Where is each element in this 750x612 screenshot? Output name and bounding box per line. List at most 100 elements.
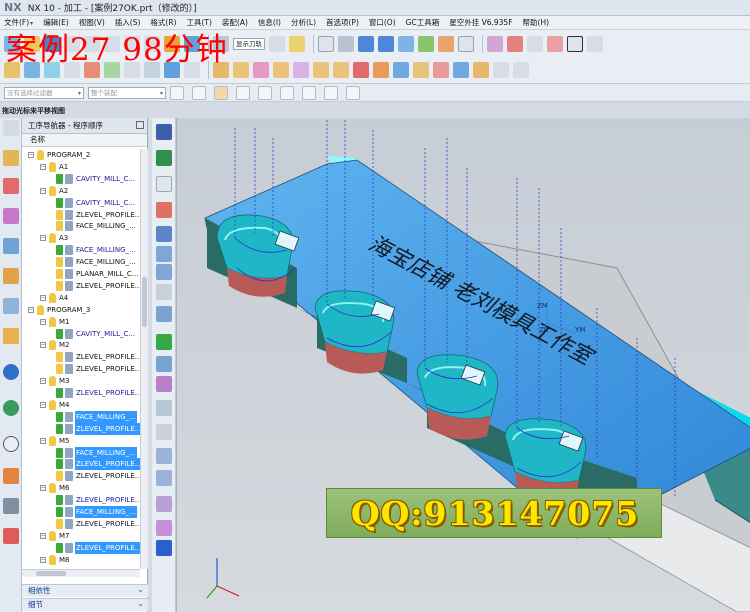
group-row[interactable]: − M6 xyxy=(22,482,140,494)
zoom-icon[interactable] xyxy=(318,36,334,52)
scroll-thumb[interactable] xyxy=(36,571,66,576)
shaded-icon[interactable] xyxy=(398,36,414,52)
view-cube-icon[interactable] xyxy=(358,36,374,52)
menu-item[interactable]: 首选项(P) xyxy=(321,17,364,28)
group-row[interactable]: − M2 xyxy=(22,339,140,351)
select-all-icon[interactable] xyxy=(170,85,184,100)
contour-icon[interactable] xyxy=(156,246,172,262)
rotate-icon[interactable] xyxy=(338,36,354,52)
sort-icon[interactable] xyxy=(156,376,172,392)
zlevel-icon[interactable] xyxy=(156,226,172,242)
operation-row[interactable]: ZLEVEL_PROFILE... xyxy=(22,458,140,471)
group-row[interactable]: − A4 xyxy=(22,292,140,304)
group-row[interactable]: − M4 xyxy=(22,399,140,411)
feature-icon-13[interactable] xyxy=(453,62,469,78)
transform-icon[interactable] xyxy=(156,520,172,536)
cavity-icon[interactable] xyxy=(156,202,172,218)
menu-item[interactable]: 装配(A) xyxy=(217,17,253,28)
expand-toggle-icon[interactable]: − xyxy=(40,532,46,539)
web-browser-icon[interactable] xyxy=(3,364,19,380)
flowcut-icon[interactable] xyxy=(156,264,172,280)
expand-toggle-icon[interactable]: − xyxy=(40,294,46,301)
menu-item[interactable]: 分析(L) xyxy=(286,17,321,28)
menu-item[interactable]: 文件(F) xyxy=(0,17,38,28)
operation-row[interactable]: ZLEVEL_PROFILE... xyxy=(22,518,140,530)
operation-row[interactable]: FACE_MILLING_... xyxy=(22,446,140,459)
operation-row[interactable]: ZLEVEL_PROFILE... xyxy=(22,363,140,375)
expand-toggle-icon[interactable]: − xyxy=(40,318,46,325)
control-point-icon[interactable] xyxy=(258,85,272,100)
operation-row[interactable]: FACE_MILLING_... xyxy=(22,244,140,256)
sequence-icon[interactable] xyxy=(156,400,172,416)
move-icon[interactable] xyxy=(156,424,172,440)
operation-row[interactable]: FACE_MILLING_... xyxy=(22,506,140,518)
copy-op-icon[interactable] xyxy=(156,448,172,464)
expand-toggle-icon[interactable]: − xyxy=(40,378,46,385)
machine-tool-navigator-icon[interactable] xyxy=(3,178,19,194)
snap-point-icon[interactable] xyxy=(192,85,206,100)
feature-icon-6[interactable] xyxy=(313,62,329,78)
feature-icon-3[interactable] xyxy=(253,62,269,78)
operation-row[interactable]: ZLEVEL_PROFILE... xyxy=(22,494,140,506)
group-row[interactable]: − A2 xyxy=(22,185,140,197)
quadrant-icon[interactable] xyxy=(324,85,338,100)
clock-icon[interactable] xyxy=(3,436,19,452)
sphere-icon[interactable] xyxy=(418,36,434,52)
section-icon[interactable] xyxy=(438,36,454,52)
part-navigator-icon[interactable] xyxy=(3,208,19,224)
replay-icon[interactable] xyxy=(269,36,285,52)
verify-check-icon[interactable] xyxy=(156,334,172,350)
operation-row[interactable]: ZLEVEL_PROFILE... xyxy=(22,470,140,482)
grid-icon[interactable] xyxy=(156,470,172,486)
palette-icon[interactable] xyxy=(3,400,19,416)
axis-icon[interactable] xyxy=(156,284,172,300)
program-row[interactable]: − PROGRAM_3 xyxy=(22,304,140,316)
end-point-icon[interactable] xyxy=(214,85,228,100)
operation-row[interactable]: FACE_MILLING_... xyxy=(22,220,140,232)
feature-icon-4[interactable] xyxy=(273,62,289,78)
drill-icon[interactable] xyxy=(156,150,172,166)
expand-toggle-icon[interactable]: − xyxy=(40,437,46,444)
reuse-library-icon[interactable] xyxy=(3,268,19,284)
group-row[interactable]: − M3 xyxy=(22,375,140,387)
feature-icon-16[interactable] xyxy=(513,62,529,78)
menu-item[interactable]: 信息(I) xyxy=(253,17,286,28)
group-row[interactable]: − M5 xyxy=(22,435,140,447)
gear-icon[interactable] xyxy=(3,120,19,136)
group-row[interactable]: − M8 xyxy=(22,554,140,566)
rectangle-icon[interactable] xyxy=(567,36,583,52)
expand-toggle-icon[interactable]: − xyxy=(40,401,46,408)
feature-icon-14[interactable] xyxy=(473,62,489,78)
group-row[interactable]: − A1 xyxy=(22,161,140,173)
pin-icon[interactable] xyxy=(136,121,144,129)
feature-icon-5[interactable] xyxy=(293,62,309,78)
feature-icon-12[interactable] xyxy=(433,62,449,78)
operation-row[interactable]: ZLEVEL_PROFILE... xyxy=(22,209,140,221)
menu-item[interactable]: 帮助(H) xyxy=(518,17,555,28)
expand-toggle-icon[interactable]: − xyxy=(40,235,46,242)
expand-toggle-icon[interactable]: − xyxy=(40,187,46,194)
group-row[interactable]: − M7 xyxy=(22,530,140,542)
feature-icon-8[interactable] xyxy=(353,62,369,78)
operation-row[interactable]: CAVITY_MILL_C... xyxy=(22,197,140,209)
system-scenes-icon[interactable] xyxy=(3,528,19,544)
selection-filter-dropdown[interactable]: 没有选择过滤器 xyxy=(4,86,84,99)
operation-navigator-icon[interactable] xyxy=(3,150,19,166)
menu-item[interactable]: 窗口(O) xyxy=(364,17,401,28)
roles-icon[interactable] xyxy=(3,498,19,514)
feature-icon-2[interactable] xyxy=(233,62,249,78)
menu-item[interactable]: 格式(R) xyxy=(145,17,181,28)
operation-row[interactable]: CAVITY_MILL_C... xyxy=(22,328,140,340)
operation-row[interactable]: CAVITY_MILL_C... xyxy=(22,173,140,185)
menu-item[interactable]: 星空外挂 V6.935F xyxy=(444,17,517,28)
isometric-view-icon[interactable] xyxy=(378,36,394,52)
dependencies-panel[interactable]: 相依性 xyxy=(22,584,148,597)
feature-icon-9[interactable] xyxy=(373,62,389,78)
feature-icon-15[interactable] xyxy=(493,62,509,78)
name-column-header[interactable]: 名称 xyxy=(22,134,147,147)
rename-ops-icon[interactable] xyxy=(156,540,172,556)
expand-toggle-icon[interactable]: − xyxy=(40,342,46,349)
menu-item[interactable]: 视图(V) xyxy=(74,17,110,28)
scroll-thumb[interactable] xyxy=(142,277,147,327)
assembly-navigator-icon[interactable] xyxy=(3,238,19,254)
